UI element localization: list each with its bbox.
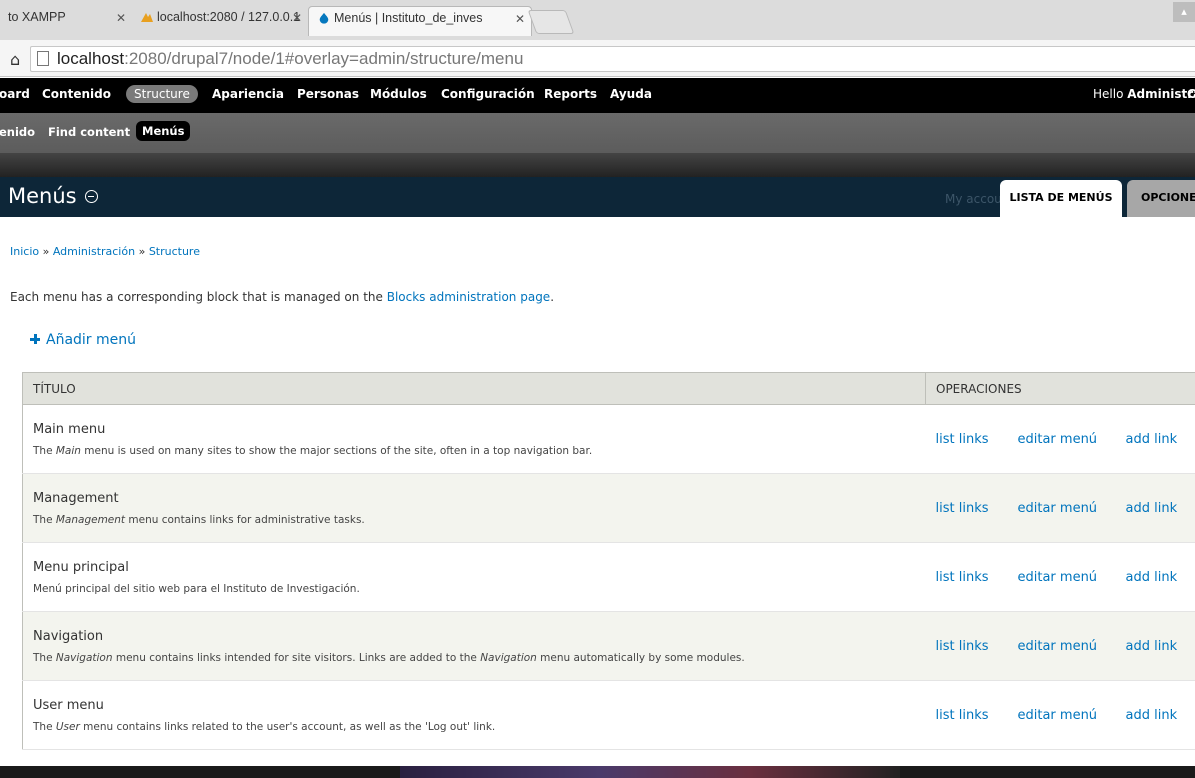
drupal-icon: [319, 12, 329, 24]
menu-description: Menú principal del sitio web para el Ins…: [33, 582, 360, 595]
new-tab-button[interactable]: [527, 10, 575, 34]
breadcrumb-administracion[interactable]: Administración: [53, 245, 135, 258]
breadcrumb-structure[interactable]: Structure: [149, 245, 200, 258]
toolbar-item-modulos[interactable]: Módulos: [370, 87, 427, 101]
table-row: Main menu The Main menu is used on many s…: [22, 404, 1195, 474]
browser-profile-icon[interactable]: ▴: [1173, 2, 1195, 22]
browser-address-bar: ⌂ localhost:2080/drupal7/node/1#overlay=…: [0, 40, 1195, 77]
shortcuts-bar: enido Find content Menús: [0, 113, 1195, 153]
column-header-titulo: TÍTULO: [22, 372, 926, 405]
toolbar-item-apariencia[interactable]: Apariencia: [212, 87, 284, 101]
menu-title-cell: Menu principal Menú principal del sitio w…: [22, 542, 926, 612]
tab-label: to XAMPP: [8, 10, 66, 24]
shortcut-find-content[interactable]: Find content: [48, 125, 130, 139]
tab-lista-de-menus[interactable]: LISTA DE MENÚS: [1000, 180, 1122, 217]
home-icon[interactable]: ⌂: [10, 50, 20, 69]
shortcut-add-content[interactable]: enido: [0, 125, 35, 139]
toolbar-item-structure[interactable]: Structure: [126, 85, 198, 103]
menu-description: The Management menu contains links for a…: [33, 513, 365, 526]
toolbar-item-logout[interactable]: C: [1187, 87, 1195, 101]
tab-label: localhost:2080 / 127.0.0.1: [157, 10, 301, 24]
list-links-link[interactable]: list links: [925, 473, 1006, 543]
page-icon: [37, 51, 49, 66]
overlay-title-bar: Menús My account LISTA DE MENÚS OPCIONES: [0, 177, 1195, 217]
page-title: Menús: [8, 184, 98, 208]
add-menu-link[interactable]: Añadir menú: [30, 332, 136, 348]
menu-name: Main menu: [33, 421, 106, 437]
tab-label: Menús | Instituto_de_inves: [334, 11, 483, 25]
edit-menu-link[interactable]: editar menú: [1005, 611, 1116, 681]
breadcrumb: Inicio » Administración » Structure: [10, 245, 200, 258]
url-text: localhost:2080/drupal7/node/1#overlay=ad…: [57, 49, 524, 68]
toolbar-item-ayuda[interactable]: Ayuda: [610, 87, 652, 101]
edit-menu-link[interactable]: editar menú: [1005, 404, 1116, 474]
toolbar-item-contenido[interactable]: Contenido: [42, 87, 111, 101]
overlay-backdrop: [0, 153, 1195, 177]
menu-name: Menu principal: [33, 559, 129, 575]
blocks-admin-link[interactable]: Blocks administration page: [387, 290, 550, 304]
table-row: Menu principal Menú principal del sitio w…: [22, 542, 1195, 612]
table-row: User menu The User menu contains links re…: [22, 680, 1195, 750]
help-text: Each menu has a corresponding block that…: [10, 290, 555, 304]
plus-icon: [30, 334, 40, 344]
add-link-link[interactable]: add link: [1115, 404, 1195, 474]
add-link-link[interactable]: add link: [1115, 473, 1195, 543]
list-links-link[interactable]: list links: [925, 611, 1006, 681]
table-row: Management The Management menu contains l…: [22, 473, 1195, 543]
column-header-operaciones: OPERACIONES: [925, 372, 1195, 405]
phpmyadmin-icon: [141, 13, 153, 22]
menu-description: The Main menu is used on many sites to s…: [33, 444, 593, 457]
footer-image: [400, 766, 900, 778]
tab-close-icon[interactable]: ✕: [116, 11, 126, 25]
menu-description: The Navigation menu contains links inten…: [33, 651, 745, 664]
menu-name: Navigation: [33, 628, 104, 644]
add-link-link[interactable]: add link: [1115, 680, 1195, 750]
menu-title-cell: Management The Management menu contains l…: [22, 473, 926, 543]
browser-tab-menus[interactable]: Menús | Instituto_de_inves ✕: [308, 6, 532, 36]
list-links-link[interactable]: list links: [925, 542, 1006, 612]
list-links-link[interactable]: list links: [925, 404, 1006, 474]
browser-tab-strip: to XAMPP ✕ localhost:2080 / 127.0.0.1 ✕ …: [0, 0, 1195, 40]
breadcrumb-inicio[interactable]: Inicio: [10, 245, 39, 258]
toolbar-item-configuracion[interactable]: Configuración: [441, 87, 535, 101]
add-link-link[interactable]: add link: [1115, 611, 1195, 681]
url-input[interactable]: localhost:2080/drupal7/node/1#overlay=ad…: [30, 46, 1195, 72]
menu-name: Management: [33, 490, 119, 506]
menu-title-cell: User menu The User menu contains links re…: [22, 680, 926, 750]
browser-tab-phpmyadmin[interactable]: localhost:2080 / 127.0.0.1 ✕: [132, 6, 308, 36]
tab-close-icon[interactable]: ✕: [292, 11, 302, 25]
table-row: Navigation The Navigation menu contains l…: [22, 611, 1195, 681]
menus-table: TÍTULO OPERACIONES Main menu The Main men…: [22, 372, 1195, 750]
tab-close-icon[interactable]: ✕: [515, 12, 525, 26]
shortcut-menus[interactable]: Menús: [136, 121, 191, 141]
collapse-icon[interactable]: [84, 190, 98, 203]
list-links-link[interactable]: list links: [925, 680, 1006, 750]
toolbar-item-reports[interactable]: Reports: [544, 87, 597, 101]
menu-name: User menu: [33, 697, 104, 713]
hello-user[interactable]: Hello Administrador: [1093, 87, 1195, 101]
toolbar-item-personas[interactable]: Personas: [297, 87, 359, 101]
add-link-link[interactable]: add link: [1115, 542, 1195, 612]
menu-title-cell: Main menu The Main menu is used on many s…: [22, 404, 926, 474]
edit-menu-link[interactable]: editar menú: [1005, 473, 1116, 543]
admin-toolbar: oard Contenido Structure Apariencia Pers…: [0, 78, 1195, 113]
menu-description: The User menu contains links related to …: [33, 720, 496, 733]
main-content: Inicio » Administración » Structure Each…: [0, 217, 1195, 750]
menu-title-cell: Navigation The Navigation menu contains l…: [22, 611, 926, 681]
browser-tab-xampp[interactable]: to XAMPP ✕: [0, 6, 132, 36]
toolbar-item-dashboard[interactable]: oard: [0, 87, 30, 101]
tab-opciones[interactable]: OPCIONES: [1127, 180, 1195, 217]
edit-menu-link[interactable]: editar menú: [1005, 542, 1116, 612]
edit-menu-link[interactable]: editar menú: [1005, 680, 1116, 750]
my-account-link[interactable]: My account: [945, 192, 1005, 206]
